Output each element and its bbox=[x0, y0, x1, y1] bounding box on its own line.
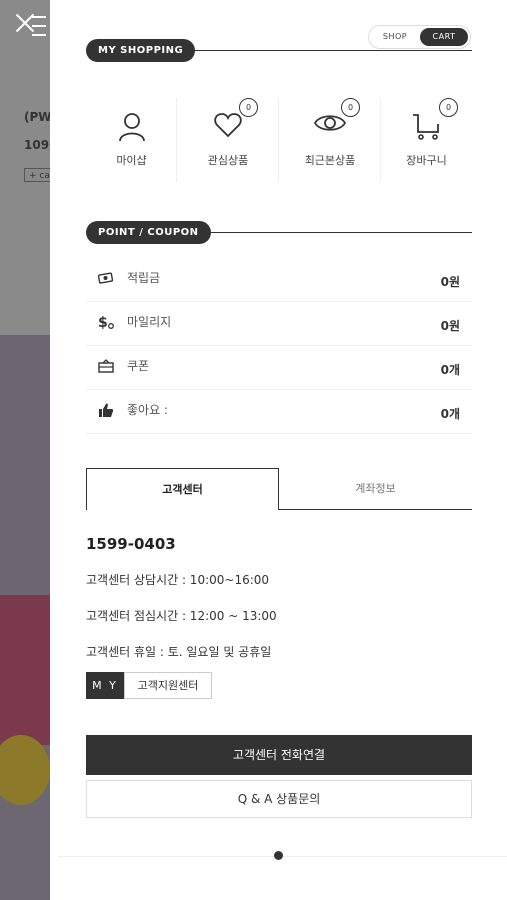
call-cs-button[interactable]: 고객센터 전화연결 bbox=[86, 735, 472, 775]
background-banner bbox=[0, 335, 50, 595]
mileage-label: 마일리지 bbox=[127, 315, 172, 329]
qna-button[interactable]: Q & A 상품문의 bbox=[86, 780, 472, 818]
svg-text:$: $ bbox=[98, 315, 108, 330]
recent-count-badge: 0 bbox=[341, 98, 360, 117]
reward-value: 0원 bbox=[440, 275, 460, 289]
wishlist-link[interactable]: 0 관심상품 bbox=[177, 98, 279, 182]
cs-phone-number: 1599-0403 bbox=[86, 535, 176, 553]
list-item[interactable]: 쿠폰 0개 bbox=[86, 346, 472, 390]
my-shop-label: 마이샵 bbox=[116, 154, 147, 167]
support-center-button[interactable]: 고객지원센터 bbox=[124, 672, 212, 699]
mileage-icon: $ bbox=[98, 315, 114, 330]
cart-count-badge: 0 bbox=[439, 98, 458, 117]
cart-label: 장바구니 bbox=[406, 154, 447, 167]
list-item[interactable]: 적립금 0원 bbox=[86, 258, 472, 302]
wishlist-count-badge: 0 bbox=[239, 98, 258, 117]
cart-icon bbox=[412, 114, 439, 140]
point-coupon-header: POINT / COUPON bbox=[86, 221, 472, 245]
likes-value: 0개 bbox=[440, 407, 460, 421]
coupon-icon bbox=[98, 359, 114, 373]
point-coupon-list: 적립금 0원 $ 마일리지 0원 쿠폰 0개 좋아요 : 0개 bbox=[86, 258, 472, 434]
close-icon[interactable] bbox=[10, 8, 40, 38]
reward-label: 적립금 bbox=[127, 271, 161, 285]
cs-tabs: 고객센터 계좌정보 bbox=[86, 468, 472, 510]
background-product-code: (PW bbox=[24, 110, 50, 124]
background-product-image bbox=[0, 595, 50, 745]
divider bbox=[186, 50, 472, 51]
side-panel: SHOP CART MY SHOPPING 마이샵 0 관심상품 0 최근본상품… bbox=[50, 0, 507, 900]
cs-lunch-hours: 고객센터 점심시간 : 12:00 ~ 13:00 bbox=[86, 609, 277, 623]
list-item[interactable]: 좋아요 : 0개 bbox=[86, 390, 472, 434]
money-icon bbox=[98, 272, 114, 284]
my-shopping-title: MY SHOPPING bbox=[86, 39, 196, 62]
background-product-price: 109, bbox=[24, 138, 50, 152]
thumbs-up-icon bbox=[99, 403, 113, 417]
mileage-value: 0원 bbox=[440, 319, 460, 333]
background-page: (PW 109, + ca bbox=[0, 0, 50, 900]
heart-icon bbox=[214, 113, 242, 138]
background-tag: + ca bbox=[24, 168, 50, 182]
my-shopping-icons: 마이샵 0 관심상품 0 최근본상품 0 장바구니 bbox=[86, 98, 472, 182]
cs-hours: 고객센터 상담시간 : 10:00~16:00 bbox=[86, 573, 270, 587]
likes-label: 좋아요 : bbox=[127, 403, 168, 417]
tab-account-info[interactable]: 계좌정보 bbox=[279, 468, 472, 510]
my-shopping-header: MY SHOPPING bbox=[86, 39, 472, 63]
recent-items-label: 최근본상품 bbox=[304, 154, 356, 167]
scroll-indicator-dot bbox=[274, 851, 283, 860]
recent-items-link[interactable]: 0 최근본상품 bbox=[279, 98, 381, 182]
cart-link[interactable]: 0 장바구니 bbox=[381, 98, 472, 182]
point-coupon-title: POINT / COUPON bbox=[86, 221, 211, 244]
eye-icon bbox=[314, 115, 346, 131]
my-shop-link[interactable]: 마이샵 bbox=[86, 98, 177, 182]
tab-customer-center[interactable]: 고객센터 bbox=[86, 468, 279, 510]
cs-holiday: 고객센터 휴일 : 토. 일요일 및 공휴일 bbox=[86, 645, 272, 659]
wishlist-label: 관심상품 bbox=[207, 154, 249, 167]
user-icon bbox=[118, 113, 145, 142]
coupon-value: 0개 bbox=[440, 363, 460, 377]
my-button[interactable]: M Y bbox=[86, 672, 124, 699]
list-item[interactable]: $ 마일리지 0원 bbox=[86, 302, 472, 346]
coupon-label: 쿠폰 bbox=[127, 359, 150, 373]
divider bbox=[198, 232, 472, 233]
